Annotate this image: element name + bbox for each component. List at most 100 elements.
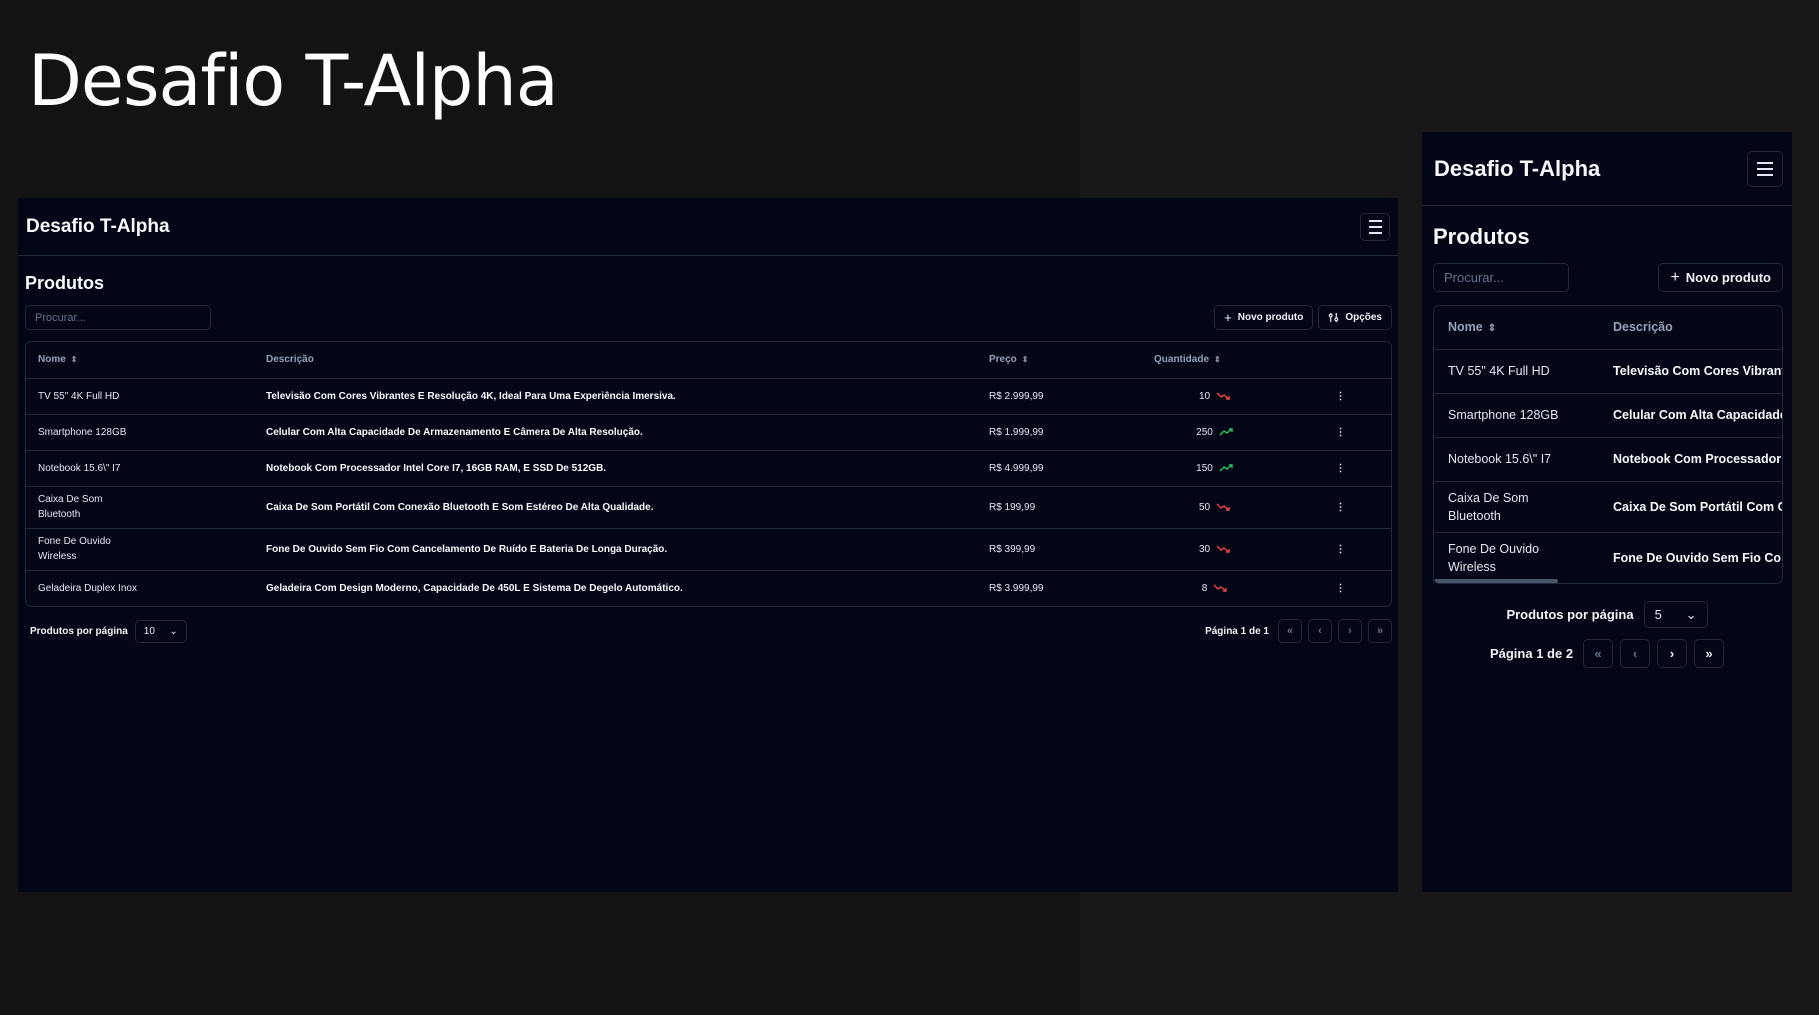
- app-header: Desafio T-Alpha: [18, 198, 1398, 256]
- cell-description: Fone De Ouvido Sem Fio Com Cancelamento …: [254, 527, 977, 570]
- cell-name: Caixa De Som Bluetooth: [26, 485, 254, 528]
- brand-title: Desafio T-Alpha: [26, 215, 170, 237]
- trending-up-icon: [1219, 427, 1233, 437]
- table-footer: Produtos por página 10 ⌄ Página 1 de 1 «…: [30, 619, 1392, 643]
- prev-page-button[interactable]: ‹: [1620, 639, 1651, 668]
- cell-name: TV 55" 4K Full HD: [26, 377, 254, 414]
- quantity-value: 150: [1196, 462, 1213, 474]
- table-row: Notebook 15.6\" I7 Notebook Com Processa…: [26, 449, 1391, 486]
- page-indicator: Página 1 de 1: [1205, 625, 1269, 637]
- section-title: Produtos: [25, 273, 104, 293]
- search-input[interactable]: [25, 305, 211, 330]
- toolbar: + Novo produto Opções: [25, 305, 1392, 330]
- col-price-header[interactable]: Preço ⇕: [977, 342, 1142, 378]
- chevron-left-icon: ‹: [1318, 625, 1322, 637]
- search-input[interactable]: [1433, 263, 1569, 292]
- toolbar-actions: + Novo produto Opções: [1214, 305, 1392, 330]
- app-header: Desafio T-Alpha: [1422, 132, 1792, 206]
- cell-price: R$ 1.999,99: [977, 413, 1142, 450]
- cell-description: Televisão Com Cores Vibrantes E Resoluçã…: [254, 377, 977, 414]
- per-page-label: Produtos por página: [1506, 607, 1634, 622]
- trending-down-icon: [1216, 391, 1230, 401]
- quantity-value: 30: [1198, 543, 1211, 555]
- chevron-right-icon: ›: [1348, 625, 1352, 637]
- cell-quantity: 8: [1142, 569, 1287, 606]
- hero-title: Desafio T-Alpha: [28, 40, 559, 122]
- hamburger-icon: [1368, 219, 1382, 234]
- per-page-value: 10: [143, 625, 155, 637]
- options-button[interactable]: Opções: [1318, 305, 1392, 330]
- horizontal-scrollbar[interactable]: [1434, 579, 1558, 583]
- sliders-icon: [1329, 312, 1339, 323]
- per-page-select[interactable]: 10 ⌄: [134, 619, 187, 643]
- col-name-header[interactable]: Nome ⇕: [26, 342, 254, 378]
- last-page-button[interactable]: »: [1694, 639, 1725, 668]
- per-page-control: Produtos por página 5 ⌄: [1422, 601, 1792, 628]
- new-product-button[interactable]: + Novo produto: [1214, 305, 1314, 330]
- per-page-select[interactable]: 5 ⌄: [1643, 601, 1708, 628]
- per-page-control: Produtos por página 10 ⌄: [30, 619, 187, 643]
- brand-title: Desafio T-Alpha: [1434, 155, 1601, 181]
- cell-description: Geladeira Com Design Moderno, Capacidade…: [254, 569, 977, 606]
- col-description-header: Descrição: [1613, 320, 1673, 335]
- first-page-button[interactable]: «: [1278, 619, 1302, 643]
- last-page-button[interactable]: »: [1368, 619, 1392, 643]
- cell-price: R$ 2.999,99: [977, 377, 1142, 414]
- table-row: Geladeira Duplex Inox Geladeira Com Desi…: [26, 569, 1391, 606]
- cell-name: Notebook 15.6\" I7: [1434, 436, 1599, 481]
- row-actions-button[interactable]: ⋮: [1287, 485, 1391, 528]
- cell-price: R$ 399,99: [977, 527, 1142, 570]
- row-actions-button[interactable]: ⋮: [1287, 377, 1391, 414]
- per-page-value: 5: [1654, 607, 1662, 622]
- row-actions-button[interactable]: ⋮: [1287, 413, 1391, 450]
- chevron-down-icon: ⌄: [1685, 606, 1697, 622]
- chevrons-right-icon: »: [1705, 646, 1713, 661]
- chevron-left-icon: ‹: [1632, 646, 1638, 661]
- table-row: TV 55" 4K Full HD Televisão Com Cores Vi…: [1434, 348, 1782, 393]
- cell-quantity: 50: [1142, 485, 1287, 528]
- cell-name: Notebook 15.6\" I7: [26, 449, 254, 486]
- row-actions-button[interactable]: ⋮: [1287, 527, 1391, 570]
- cell-name: Caixa De Som Bluetooth: [1434, 480, 1599, 532]
- table-row: Fone De Ouvido Wireless Fone De Ouvido S…: [26, 527, 1391, 570]
- sort-icon: ⇕: [1487, 323, 1497, 335]
- next-page-button[interactable]: ›: [1338, 619, 1362, 643]
- cell-description: Caixa De Som Portátil Com Conexão Blueto…: [1599, 480, 1782, 532]
- cell-description: Celular Com Alta Capacidade De Armazenam…: [1599, 392, 1782, 437]
- cell-quantity: 30: [1142, 527, 1287, 570]
- new-product-label: Novo produto: [1237, 312, 1304, 323]
- menu-button[interactable]: [1360, 212, 1390, 241]
- cell-price: R$ 3.999,99: [977, 569, 1142, 606]
- col-name-header[interactable]: Nome ⇕: [1434, 306, 1599, 349]
- cell-name: Smartphone 128GB: [26, 413, 254, 450]
- row-actions-button[interactable]: ⋮: [1287, 569, 1391, 606]
- table-row: Caixa De Som Bluetooth Caixa De Som Port…: [1434, 480, 1782, 532]
- col-actions-header: [1287, 342, 1391, 378]
- sort-icon: ⇕: [1021, 355, 1029, 365]
- first-page-button[interactable]: «: [1583, 639, 1614, 668]
- quantity-value: 8: [1201, 582, 1208, 594]
- cell-name: Fone De Ouvido Wireless: [26, 527, 254, 570]
- quantity-value: 10: [1198, 390, 1211, 402]
- cell-quantity: 250: [1142, 413, 1287, 450]
- col-quantity-header[interactable]: Quantidade ⇕: [1142, 342, 1287, 378]
- prev-page-button[interactable]: ‹: [1308, 619, 1332, 643]
- toolbar: + Novo produto: [1433, 263, 1783, 292]
- table-row: Notebook 15.6\" I7 Notebook Com Processa…: [1434, 436, 1782, 481]
- cell-description: Caixa De Som Portátil Com Conexão Blueto…: [254, 485, 977, 528]
- chevrons-right-icon: »: [1376, 625, 1384, 637]
- pagination: Página 1 de 1 « ‹ › »: [1205, 619, 1392, 643]
- new-product-button[interactable]: + Novo produto: [1658, 263, 1783, 292]
- hamburger-icon: [1757, 161, 1773, 176]
- row-actions-button[interactable]: ⋮: [1287, 449, 1391, 486]
- trending-up-icon: [1219, 463, 1233, 473]
- cell-quantity: 150: [1142, 449, 1287, 486]
- section-title: Produtos: [1433, 224, 1530, 249]
- per-page-label: Produtos por página: [30, 625, 128, 637]
- menu-button[interactable]: [1747, 150, 1783, 187]
- sort-icon: ⇕: [1214, 355, 1221, 365]
- table-header-row: Nome ⇕ Descrição: [1434, 306, 1782, 349]
- next-page-button[interactable]: ›: [1657, 639, 1688, 668]
- table-row: Fone De Ouvido Wireless Fone De Ouvido S…: [1434, 531, 1782, 583]
- chevrons-left-icon: «: [1286, 625, 1294, 637]
